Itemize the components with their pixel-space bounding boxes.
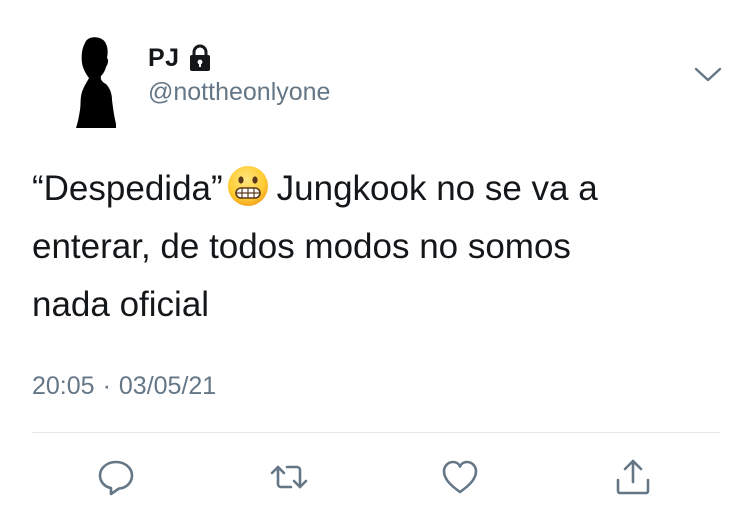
retweet-button[interactable]: [264, 452, 314, 502]
lock-icon: [188, 43, 212, 73]
tweet-text-line: nada oficial: [32, 285, 210, 324]
reply-button[interactable]: [91, 452, 141, 502]
chevron-down-icon[interactable]: [692, 62, 724, 86]
share-icon: [616, 459, 650, 495]
tweet-text: “Despedida” Jungkook no se va a enterar,…: [32, 160, 732, 334]
tweet-timestamp[interactable]: 20:05 · 03/05/21: [32, 372, 216, 401]
tweet-text-line: enterar, de todos modos no somos: [32, 227, 571, 266]
like-button[interactable]: [435, 452, 485, 502]
reply-icon: [98, 460, 134, 496]
avatar[interactable]: [62, 36, 126, 128]
action-bar: [0, 452, 750, 502]
display-name[interactable]: PJ: [148, 44, 180, 73]
retweet-icon: [270, 465, 308, 489]
share-button[interactable]: [608, 452, 658, 502]
divider: [32, 432, 720, 433]
meta-separator: ·: [102, 372, 111, 400]
heart-icon: [442, 460, 478, 494]
tweet-text-rest: Jungkook no se va a: [276, 169, 598, 208]
display-name-row: PJ: [148, 42, 212, 74]
grimacing-face-emoji: [227, 165, 269, 207]
tweet-text-line: “Despedida” Jungkook no se va a: [32, 160, 732, 218]
silhouette-avatar-image: [76, 37, 116, 128]
tweet-date: 03/05/21: [118, 372, 217, 400]
user-handle[interactable]: @nottheonlyone: [148, 78, 330, 107]
tweet-text-quote: “Despedida”: [32, 169, 223, 208]
tweet-card: PJ @nottheonlyone “Despedida” Jungkook n…: [0, 0, 750, 521]
tweet-time: 20:05: [32, 372, 95, 400]
